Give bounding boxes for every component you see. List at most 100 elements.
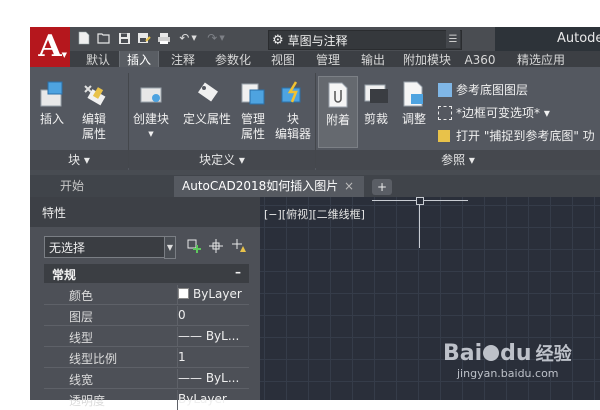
redo-icon[interactable]: ↷ ▼: [205, 31, 227, 45]
property-row-lineweight[interactable]: 线宽 —— ByL...: [44, 369, 249, 389]
manage-attributes-icon: [241, 83, 265, 105]
properties-header: 特性: [30, 197, 260, 227]
drawing-tab-label: AutoCAD2018如何插入图片: [182, 179, 339, 193]
undo-icon[interactable]: ↶ ▼: [177, 31, 199, 45]
manage-attr-label-1: 管理: [240, 112, 265, 126]
baidu-watermark: Bai du 经验 jingyan.baidu.com: [443, 341, 572, 381]
gear-icon: ⚙: [272, 32, 284, 48]
viewport-controls[interactable]: [−][俯视][二维线框]: [264, 206, 365, 222]
edit-attribute-button[interactable]: 编辑 属性: [74, 78, 114, 142]
toggle-pickadd-icon[interactable]: [186, 238, 202, 254]
property-value: 0: [178, 308, 186, 322]
property-key: 线型比例: [69, 352, 118, 366]
document-tab-bar: 开始 AutoCAD2018如何插入图片 × +: [30, 175, 600, 197]
property-row-layer[interactable]: 图层 0: [44, 306, 249, 326]
block-definition-panel-footer[interactable]: 块定义 ▾: [129, 150, 315, 170]
property-key: 颜色: [69, 289, 94, 303]
block-editor-label-1: 块: [286, 112, 299, 126]
property-key: 透明度: [69, 394, 106, 408]
edit-attribute-icon: [84, 85, 106, 106]
underlay-layers-button[interactable]: 参考底图图层: [438, 81, 528, 98]
adjust-icon: [403, 81, 423, 107]
chevron-down-icon: ▼: [61, 51, 67, 59]
snap-icon: [438, 129, 450, 142]
clip-button[interactable]: 剪裁: [358, 78, 394, 127]
property-value: ByLayer: [178, 287, 242, 301]
general-category-header[interactable]: 常规 –: [44, 264, 249, 283]
adjust-button[interactable]: 调整: [396, 78, 432, 127]
snap-option-label: 打开 "捕捉到参考底图" 功: [456, 129, 595, 143]
tab-drawing[interactable]: AutoCAD2018如何插入图片 ×: [174, 176, 364, 197]
properties-title: 特性: [42, 206, 67, 220]
property-key: 线宽: [69, 373, 94, 387]
attach-button[interactable]: 附着: [318, 76, 358, 148]
new-tab-button[interactable]: +: [372, 179, 392, 195]
create-block-icon: [140, 87, 162, 103]
property-row-transparency[interactable]: 透明度 ByLayer: [44, 390, 249, 410]
create-block-button[interactable]: 创建块 ▼: [128, 78, 174, 142]
close-icon[interactable]: ×: [344, 176, 354, 197]
reference-panel-footer[interactable]: 参照 ▾: [316, 150, 600, 170]
customize-toolbar-button[interactable]: ☰: [446, 30, 460, 48]
insert-label: 插入: [39, 112, 64, 126]
app-title-area: Autode: [495, 27, 600, 51]
frame-icon: [438, 105, 452, 120]
window-frame: [0, 0, 600, 27]
edit-attr-label-2: 属性: [81, 127, 106, 141]
workspace-label: 草图与注释: [287, 33, 348, 48]
property-row-color[interactable]: 颜色 ByLayer: [44, 285, 249, 305]
clip-label: 剪裁: [363, 112, 388, 126]
manage-attributes-button[interactable]: 管理 属性: [236, 78, 270, 142]
select-objects-icon[interactable]: [208, 238, 224, 254]
attach-label: 附着: [325, 113, 350, 127]
property-value: —— ByL...: [178, 329, 240, 343]
frame-options-dropdown[interactable]: *边框可变选项* ▾: [438, 104, 550, 121]
insert-block-button[interactable]: 插入: [34, 78, 70, 127]
layers-icon: [438, 82, 452, 97]
snap-to-underlay-button[interactable]: 打开 "捕捉到参考底图" 功: [438, 127, 595, 144]
clip-icon: [364, 84, 388, 103]
define-attr-label: 定义属性: [182, 112, 231, 126]
category-label: 常规: [52, 268, 77, 282]
adjust-label: 调整: [401, 112, 426, 126]
attach-icon: [328, 82, 348, 108]
block-editor-button[interactable]: 块 编辑器: [272, 78, 314, 142]
insert-block-icon: [40, 81, 63, 107]
edit-attr-label-1: 编辑: [81, 112, 106, 126]
paw-icon: [483, 345, 500, 361]
application-menu-button[interactable]: A ▼: [30, 27, 70, 67]
workspace-dropdown[interactable]: ⚙ 草图与注释 ▼: [268, 30, 462, 50]
property-key: 线型: [69, 331, 94, 345]
property-value: 1: [178, 350, 186, 364]
create-block-label: 创建块: [132, 112, 169, 126]
new-icon[interactable]: [77, 31, 91, 45]
app-logo-letter: A: [38, 29, 62, 64]
print-icon[interactable]: [157, 31, 171, 45]
open-icon[interactable]: [97, 31, 111, 45]
quick-select-icon[interactable]: [232, 238, 248, 254]
define-attribute-button[interactable]: 定义属性: [180, 78, 234, 127]
property-row-linetype-scale[interactable]: 线型比例 1: [44, 348, 249, 368]
crosshair-pickbox: [416, 197, 424, 205]
property-key: 图层: [69, 310, 94, 324]
chevron-down-icon: ▼: [148, 130, 154, 138]
save-icon[interactable]: [117, 31, 131, 45]
property-value: ByLayer: [178, 392, 227, 406]
block-editor-icon: [281, 81, 301, 103]
selection-label: 无选择: [49, 241, 86, 255]
property-value: —— ByL...: [178, 371, 240, 385]
property-row-linetype[interactable]: 线型 —— ByL...: [44, 327, 249, 347]
save-as-icon[interactable]: [137, 31, 151, 45]
app-title: Autode: [557, 31, 600, 46]
chevron-down-icon[interactable]: ▼: [164, 236, 176, 259]
underlay-layers-label: 参考底图图层: [456, 83, 529, 97]
frame-option-label: *边框可变选项* ▾: [456, 106, 550, 120]
crosshair-vertical: [419, 200, 420, 248]
manage-attr-label-2: 属性: [240, 127, 265, 141]
start-tab-label: 开始: [60, 179, 85, 193]
block-editor-label-2: 编辑器: [274, 127, 311, 141]
block-panel-footer[interactable]: 块 ▾: [30, 150, 128, 170]
define-attribute-icon: [198, 82, 218, 102]
tab-start[interactable]: 开始: [30, 176, 172, 197]
selection-dropdown[interactable]: 无选择: [44, 236, 166, 258]
